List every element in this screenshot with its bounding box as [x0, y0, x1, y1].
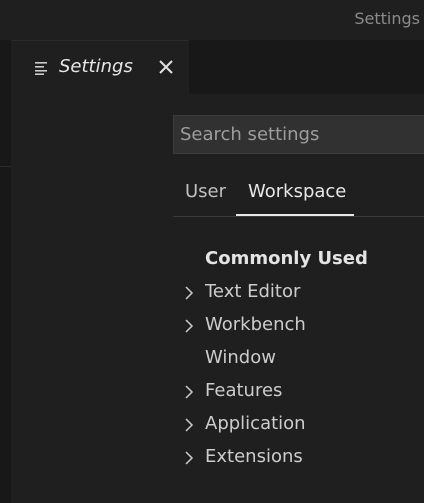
- toc-item-window[interactable]: Window: [173, 341, 423, 374]
- settings-editor-icon: [35, 60, 49, 75]
- toc-item-label: Commonly Used: [205, 248, 368, 269]
- tab-user[interactable]: User: [185, 181, 226, 202]
- toc-item-label: Window: [205, 347, 276, 368]
- chevron-right-icon: [183, 449, 195, 465]
- search-input[interactable]: [180, 116, 420, 153]
- toc-item-features[interactable]: Features: [173, 374, 423, 407]
- toc-item-label: Text Editor: [205, 281, 301, 302]
- chevron-right-icon: [183, 416, 195, 432]
- tab-settings[interactable]: Settings: [11, 40, 189, 94]
- title-bar: Settings: [0, 0, 424, 41]
- tab-workspace[interactable]: Workspace: [248, 181, 346, 202]
- toc-item-extensions[interactable]: Extensions: [173, 440, 423, 473]
- divider: [0, 166, 11, 167]
- toc-item-application[interactable]: Application: [173, 407, 423, 440]
- chevron-right-icon: [183, 284, 195, 300]
- toc-item-label: Extensions: [205, 446, 303, 467]
- toc-item-label: Application: [205, 413, 306, 434]
- close-icon[interactable]: [154, 55, 178, 79]
- toc-item-commonly-used[interactable]: Commonly Used: [173, 242, 423, 275]
- search-box[interactable]: [173, 115, 424, 154]
- toc-item-workbench[interactable]: Workbench: [173, 308, 423, 341]
- toc-item-label: Workbench: [205, 314, 306, 335]
- toc-item-label: Features: [205, 380, 283, 401]
- chevron-right-icon: [183, 317, 195, 333]
- tab-label: Settings: [59, 56, 133, 77]
- toc-item-text-editor[interactable]: Text Editor: [173, 275, 423, 308]
- divider: [173, 216, 424, 217]
- window-title: Settings: [354, 9, 420, 28]
- chevron-right-icon: [183, 383, 195, 399]
- activity-strip: [0, 40, 11, 503]
